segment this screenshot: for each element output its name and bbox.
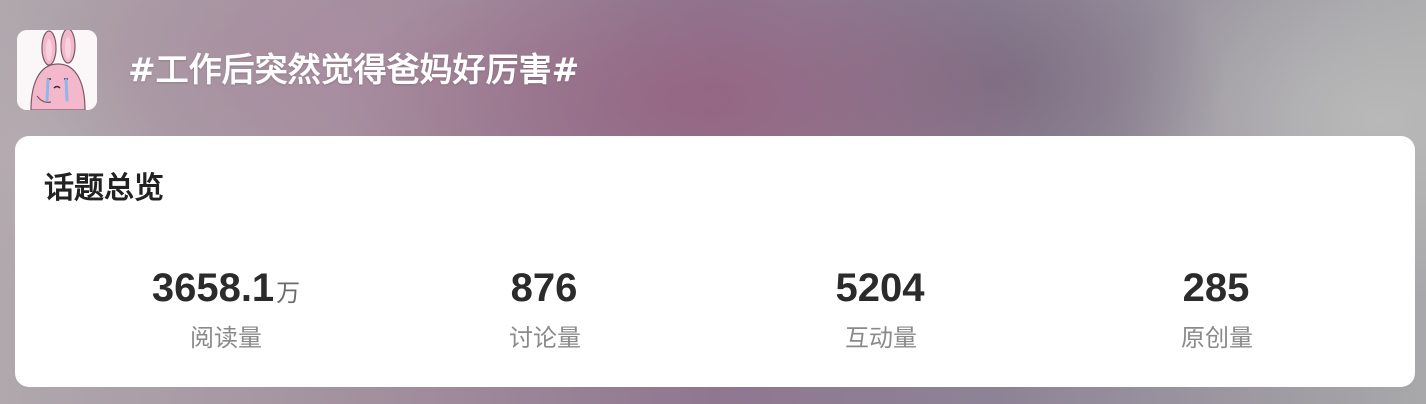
topic-avatar[interactable]: [17, 30, 97, 110]
stat-value: 285: [1182, 266, 1250, 310]
stat-label: 阅读量: [190, 324, 262, 352]
stat-unit: 万: [276, 279, 301, 307]
stat-interaction-count[interactable]: 5204 互动量: [731, 266, 1031, 353]
stat-value: 876: [510, 266, 578, 310]
stat-value: 3658.1: [151, 266, 275, 310]
stat-value: 5204: [835, 266, 925, 310]
stat-label: 原创量: [1181, 324, 1253, 352]
stat-discussion-count[interactable]: 876 讨论量: [395, 266, 695, 353]
crying-rabbit-icon: [17, 30, 97, 110]
stat-label: 互动量: [845, 324, 917, 352]
stat-read-count[interactable]: 3658.1万 阅读量: [76, 266, 376, 353]
topic-overview-card: 话题总览 3658.1万 阅读量 876 讨论量 5204 互动量 285 原创…: [15, 136, 1415, 387]
stat-label: 讨论量: [509, 324, 581, 352]
topic-header: #工作后突然觉得爸妈好厉害#: [17, 30, 579, 110]
overview-title: 话题总览: [44, 171, 164, 206]
topic-title: #工作后突然觉得爸妈好厉害#: [128, 50, 580, 89]
stat-original-count[interactable]: 285 原创量: [1067, 266, 1367, 353]
